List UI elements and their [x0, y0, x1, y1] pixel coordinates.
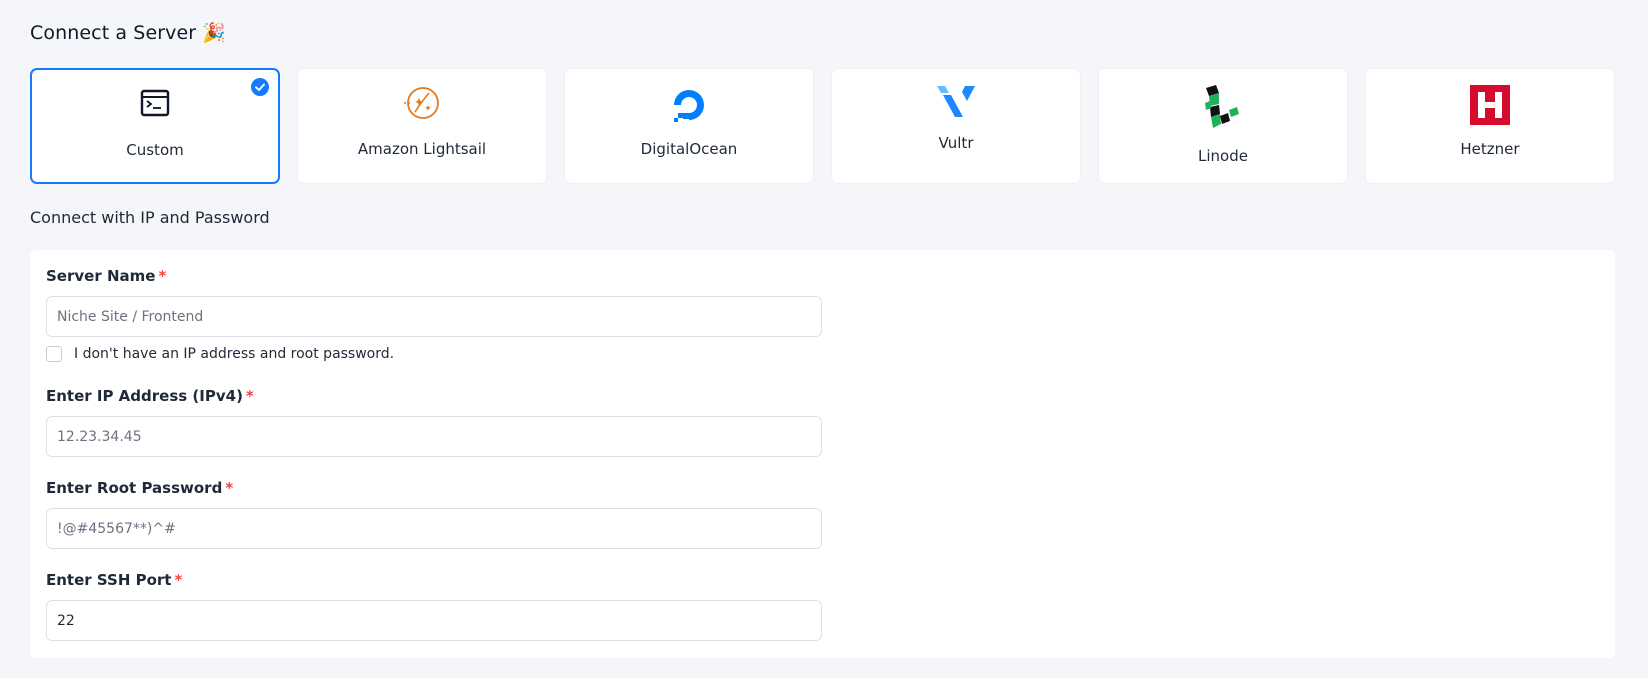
selected-check-icon	[251, 78, 269, 96]
provider-list: Custom Amazon Lightsail DigitalOcean Vul…	[30, 68, 1615, 184]
required-mark: *	[245, 387, 254, 405]
provider-card-digitalocean[interactable]: DigitalOcean	[564, 68, 814, 184]
provider-card-custom[interactable]: Custom	[30, 68, 280, 184]
ip-address-input[interactable]	[46, 416, 822, 457]
ip-address-label-text: Enter IP Address (IPv4)	[46, 387, 243, 405]
digitalocean-icon	[674, 90, 704, 122]
linode-icon	[1205, 85, 1239, 128]
no-ip-checkbox[interactable]	[46, 346, 62, 362]
provider-label-amazon-lightsail: Amazon Lightsail	[357, 140, 487, 158]
page-title: Connect a Server 🎉	[30, 21, 226, 44]
ssh-port-input[interactable]	[46, 600, 822, 641]
vultr-icon	[937, 86, 975, 117]
no-ip-checkbox-label[interactable]: I don't have an IP address and root pass…	[74, 346, 394, 362]
server-name-label-text: Server Name	[46, 267, 156, 285]
provider-label-linode: Linode	[1198, 147, 1248, 165]
required-mark: *	[225, 479, 234, 497]
server-name-label: Server Name *	[46, 267, 166, 285]
root-password-label-text: Enter Root Password	[46, 479, 223, 497]
ssh-port-label: Enter SSH Port *	[46, 571, 182, 589]
provider-label-digitalocean: DigitalOcean	[640, 140, 738, 158]
root-password-label: Enter Root Password *	[46, 479, 233, 497]
amazon-lightsail-icon	[404, 87, 439, 119]
provider-label-custom: Custom	[126, 141, 184, 159]
provider-label-vultr: Vultr	[938, 134, 974, 152]
server-name-input[interactable]	[46, 296, 822, 337]
provider-card-vultr[interactable]: Vultr	[831, 68, 1081, 184]
provider-label-hetzner: Hetzner	[1460, 140, 1520, 158]
no-ip-checkbox-row: I don't have an IP address and root pass…	[46, 346, 394, 362]
root-password-input[interactable]	[46, 508, 822, 549]
server-form: Server Name* I don't have an IP address …	[30, 250, 1615, 658]
ip-address-label: Enter IP Address (IPv4) *	[46, 387, 254, 405]
page-title-text: Connect a Server	[30, 22, 197, 44]
provider-card-linode[interactable]: Linode	[1098, 68, 1348, 184]
required-mark: *	[158, 267, 167, 285]
provider-card-hetzner[interactable]: Hetzner	[1365, 68, 1615, 184]
provider-card-amazon-lightsail[interactable]: Amazon Lightsail	[297, 68, 547, 184]
section-title: Connect with IP and Password	[30, 208, 270, 227]
hetzner-icon	[1470, 85, 1510, 125]
required-mark: *	[174, 571, 183, 589]
ssh-port-label-text: Enter SSH Port	[46, 571, 172, 589]
party-popper-icon: 🎉	[202, 22, 227, 44]
terminal-icon	[140, 89, 170, 117]
